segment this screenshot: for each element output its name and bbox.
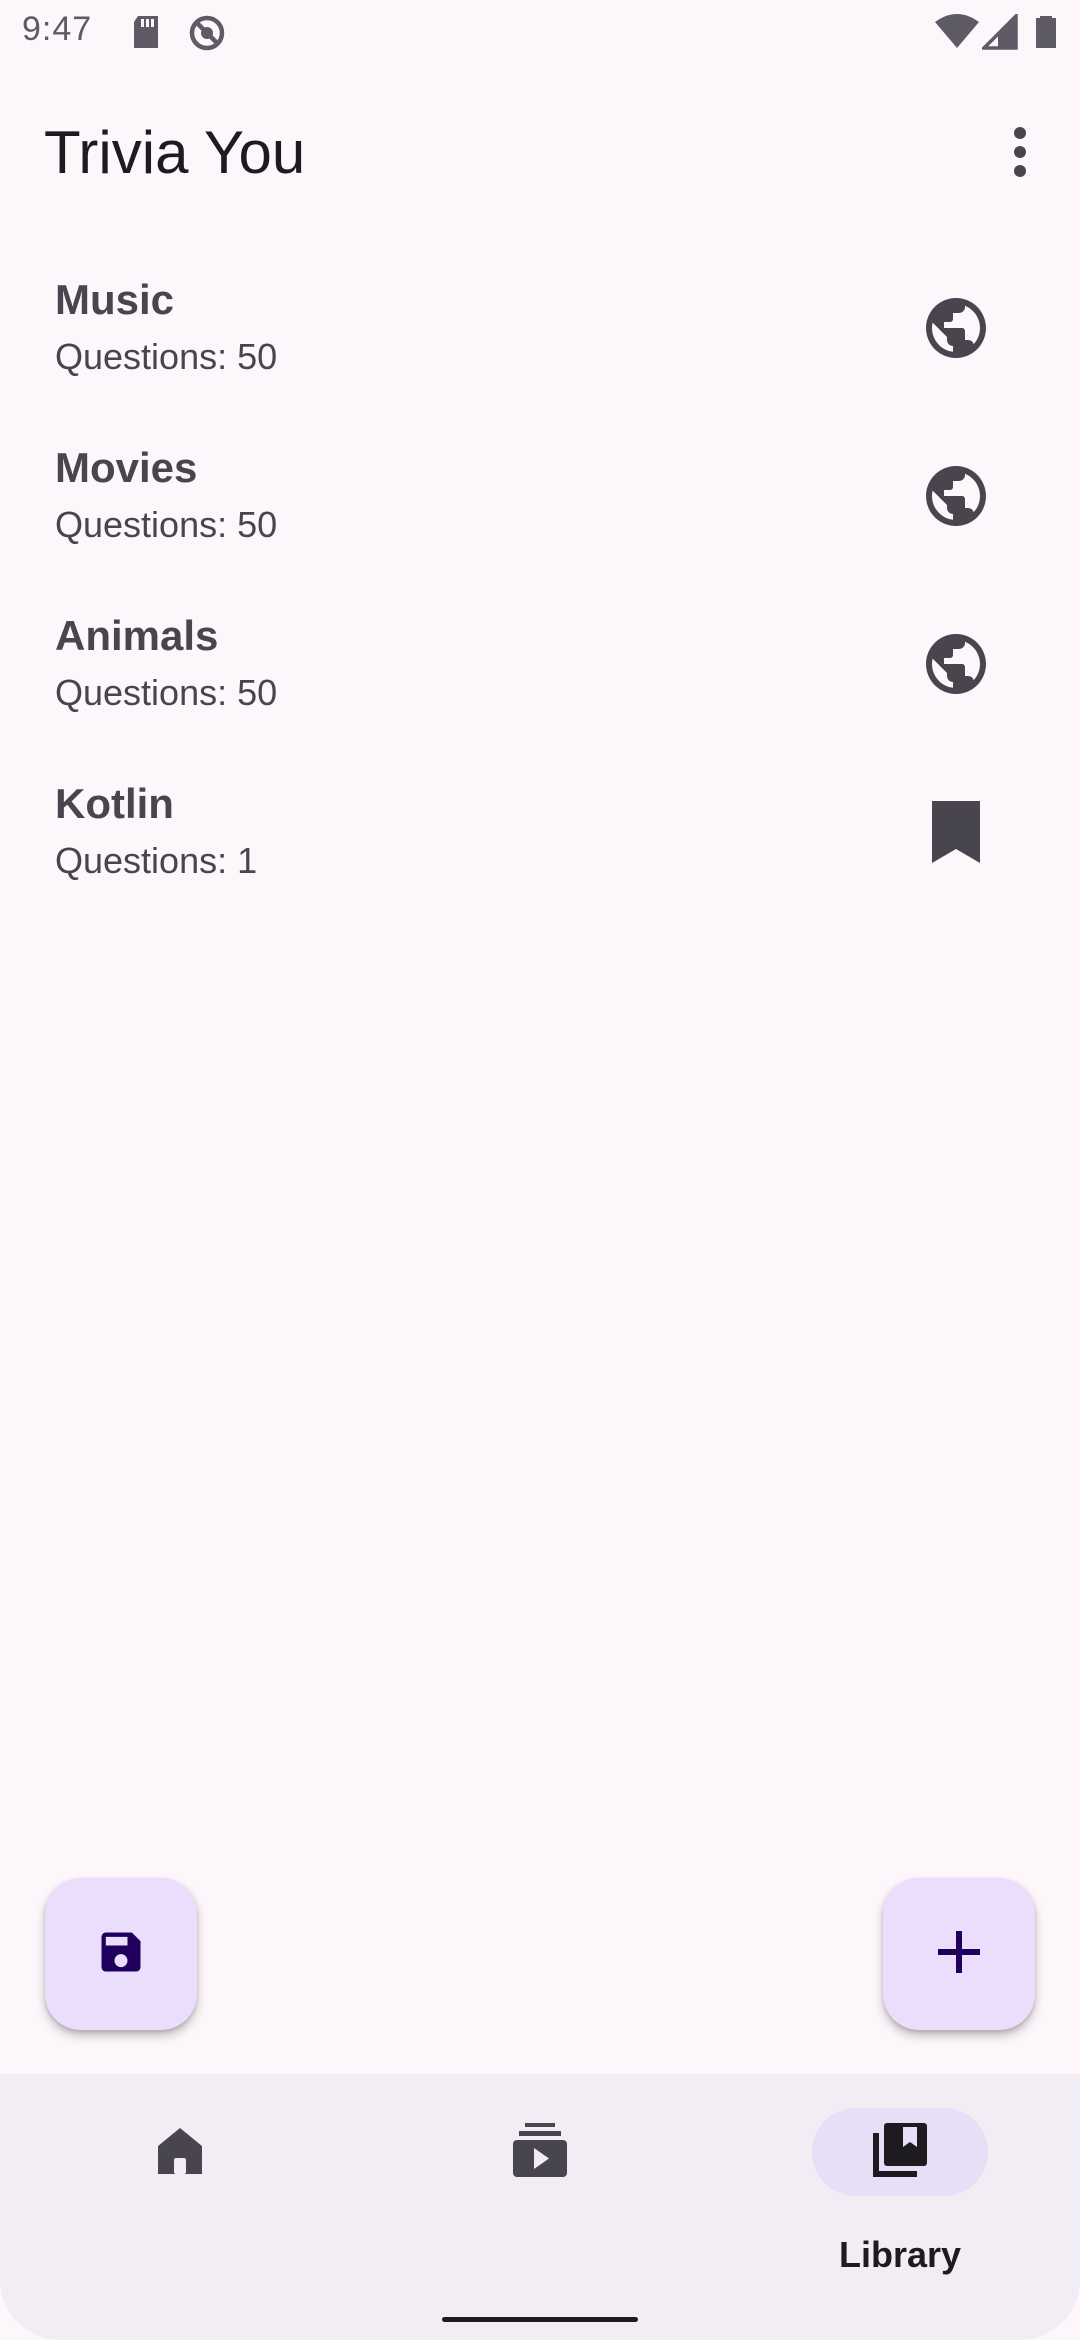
quiz-question-count: Questions: 50: [55, 504, 278, 545]
quiz-question-count: Questions: 50: [55, 336, 278, 377]
quiz-question-count: Questions: 1: [55, 840, 258, 881]
gesture-handle: [442, 2317, 638, 2322]
quiz-title: Music: [55, 276, 175, 323]
quiz-question-count: Questions: 50: [55, 672, 278, 713]
sd-card-icon: [130, 14, 162, 55]
nav-item-library[interactable]: Library: [720, 2074, 1080, 2275]
nav-item-home[interactable]: [0, 2074, 360, 2274]
quiz-list: Music Questions: 50 Movies Questions: 50…: [0, 252, 1080, 924]
nav-label-library: Library: [838, 2234, 962, 2275]
quiz-item-animals[interactable]: Animals Questions: 50: [0, 588, 1080, 756]
nav-indicator-active: [812, 2108, 988, 2196]
status-bar: 9:47: [0, 0, 1080, 66]
signal-icon: [979, 11, 1018, 55]
play-stack-icon: [511, 2121, 569, 2184]
save-icon: [95, 1926, 147, 1983]
status-time: 9:47: [22, 10, 93, 48]
quiz-item-music[interactable]: Music Questions: 50: [0, 252, 1080, 420]
quiz-item-kotlin[interactable]: Kotlin Questions: 1: [0, 756, 1080, 924]
library-icon: [871, 2121, 929, 2184]
nav-item-play[interactable]: [360, 2074, 720, 2274]
app-title: Trivia You: [44, 119, 306, 186]
nav-indicator: [92, 2108, 268, 2196]
sync-disabled-icon: [188, 14, 226, 57]
home-icon: [154, 2124, 206, 2181]
more-vert-icon: [1012, 126, 1028, 183]
nav-indicator: [452, 2108, 628, 2196]
quiz-title: Kotlin: [55, 780, 174, 827]
add-icon: [936, 1929, 982, 1980]
battery-icon: [1034, 14, 1058, 55]
globe-icon: [918, 290, 994, 366]
quiz-title: Movies: [55, 444, 198, 491]
add-quiz-button[interactable]: [883, 1878, 1035, 2030]
save-button[interactable]: [45, 1878, 197, 2030]
bottom-navigation: Library: [0, 2074, 1080, 2340]
wifi-icon: [935, 14, 979, 55]
quiz-title: Animals: [55, 612, 219, 659]
globe-icon: [918, 458, 994, 534]
bookmark-icon: [918, 794, 994, 870]
quiz-item-movies[interactable]: Movies Questions: 50: [0, 420, 1080, 588]
globe-icon: [918, 626, 994, 702]
more-options-button[interactable]: [992, 118, 1048, 190]
